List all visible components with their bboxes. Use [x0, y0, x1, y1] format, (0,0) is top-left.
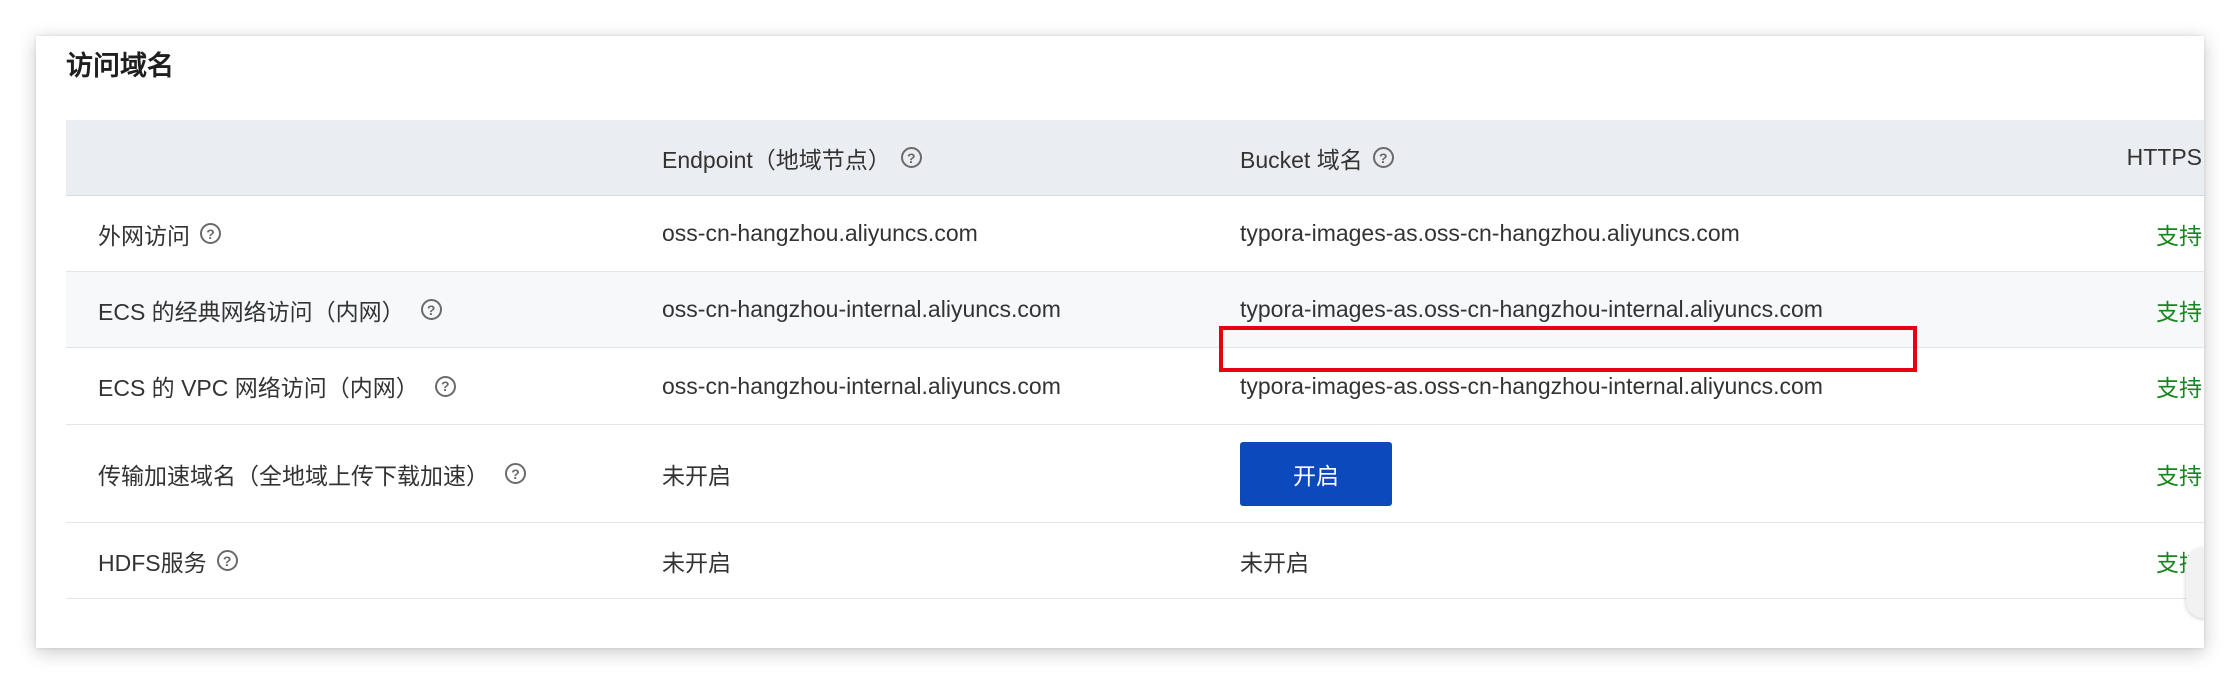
row-https-status: 支持 [2156, 298, 2202, 325]
help-icon[interactable]: ? [216, 550, 238, 571]
row-bucket-domain: 未开启 [1240, 549, 1309, 576]
floating-side-handle[interactable] [2186, 548, 2204, 618]
enable-acceleration-button[interactable]: 开启 [1240, 441, 1392, 506]
row-bucket-cell: 开启 [1240, 425, 1392, 522]
row-endpoint: 未开启 [662, 549, 731, 576]
header-endpoint-label: Endpoint（地域节点） [662, 146, 891, 173]
table-row: ECS 的经典网络访问（内网） ? oss-cn-hangzhou-intern… [66, 272, 2204, 348]
row-endpoint: oss-cn-hangzhou-internal.aliyuncs.com [662, 372, 1061, 399]
table-header: Endpoint（地域节点） ? Bucket 域名 ? HTTPS [66, 120, 2204, 196]
table-row: HDFS服务 ? 未开启 未开启 支持 [66, 523, 2204, 599]
header-endpoint: Endpoint（地域节点） ? [662, 120, 922, 195]
header-https: HTTPS [2126, 144, 2202, 170]
row-name-cell: ECS 的 VPC 网络访问（内网） ? [98, 348, 456, 424]
row-name: HDFS服务 [98, 549, 207, 576]
row-name: ECS 的 VPC 网络访问（内网） [98, 375, 419, 401]
table-row: 外网访问 ? oss-cn-hangzhou.aliyuncs.com typo… [66, 196, 2204, 272]
section-title: 访问域名 [66, 51, 174, 81]
row-name-cell: HDFS服务 ? [98, 523, 238, 598]
row-bucket-domain: typora-images-as.oss-cn-hangzhou.aliyunc… [1240, 220, 1740, 246]
row-endpoint: oss-cn-hangzhou-internal.aliyuncs.com [662, 296, 1061, 322]
help-icon[interactable]: ? [200, 223, 221, 244]
header-bucket: Bucket 域名 ? [1240, 120, 1394, 195]
row-https-status: 支持 [2156, 222, 2202, 249]
help-icon[interactable]: ? [434, 375, 456, 397]
row-endpoint: oss-cn-hangzhou.aliyuncs.com [662, 220, 978, 246]
help-icon[interactable]: ? [505, 463, 526, 484]
row-https-status: 支持 [2156, 375, 2202, 401]
domain-table: Endpoint（地域节点） ? Bucket 域名 ? HTTPS 外网访问 … [66, 120, 2204, 599]
row-name: 传输加速域名（全地域上传下载加速） [98, 462, 489, 489]
row-name-cell: ECS 的经典网络访问（内网） ? [98, 272, 442, 347]
table-row: 传输加速域名（全地域上传下载加速） ? 未开启 开启 支持 [66, 425, 2204, 523]
help-icon[interactable]: ? [1372, 147, 1394, 168]
table-row: ECS 的 VPC 网络访问（内网） ? oss-cn-hangzhou-int… [66, 348, 2204, 425]
row-name: 外网访问 [98, 222, 190, 249]
row-name-cell: 传输加速域名（全地域上传下载加速） ? [98, 425, 526, 522]
header-bucket-label: Bucket 域名 [1240, 146, 1363, 173]
row-bucket-domain: typora-images-as.oss-cn-hangzhou-interna… [1240, 372, 1823, 399]
row-name-cell: 外网访问 ? [98, 196, 221, 271]
help-icon[interactable]: ? [900, 147, 922, 168]
row-endpoint: 未开启 [662, 462, 731, 489]
access-domain-panel: 访问域名 Endpoint（地域节点） ? Bucket 域名 ? HTTPS … [36, 36, 2204, 648]
row-bucket-domain: typora-images-as.oss-cn-hangzhou-interna… [1240, 296, 1823, 322]
help-icon[interactable]: ? [420, 299, 442, 320]
row-name: ECS 的经典网络访问（内网） [98, 298, 405, 325]
row-https-status: 支持 [2156, 462, 2202, 489]
